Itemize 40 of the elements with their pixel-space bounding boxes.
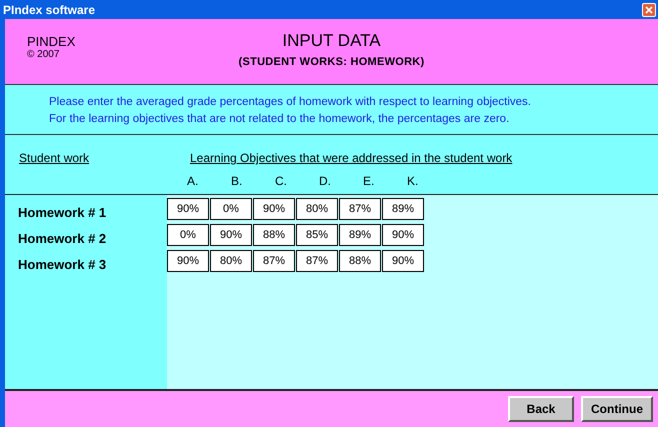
percent-input[interactable]: 80% — [296, 198, 338, 220]
column-label: A. — [187, 173, 200, 190]
percent-input[interactable]: 90% — [167, 198, 209, 220]
row-label: Homework # 2 — [17, 230, 108, 248]
percent-input[interactable]: 88% — [253, 224, 295, 246]
percent-input[interactable]: 90% — [382, 250, 424, 272]
nav-button[interactable]: Back — [508, 396, 574, 422]
percent-input[interactable]: 85% — [296, 224, 338, 246]
percent-input[interactable]: 88% — [339, 250, 381, 272]
page-title: INPUT DATA — [282, 31, 381, 51]
percent-input[interactable]: 90% — [382, 224, 424, 246]
column-heading: Learning Objectives that were addressed in the student work — [190, 150, 512, 167]
percent-input[interactable]: 90% — [167, 250, 209, 272]
instruction-text: For the learning objectives that are not related to the homework, the percentages are zero. — [49, 112, 510, 127]
column-label: D. — [319, 173, 332, 190]
row-label: Homework # 3 — [17, 256, 108, 274]
percent-input[interactable]: 87% — [296, 250, 338, 272]
column-label: K. — [407, 173, 420, 190]
page-subtitle: (STUDENT WORKS: HOMEWORK) — [238, 55, 424, 70]
percent-input[interactable]: 89% — [382, 198, 424, 220]
close-icon — [645, 6, 653, 14]
copyright: © 2007 — [27, 49, 60, 61]
window-title: PIndex software — [3, 2, 96, 18]
column-label: C. — [275, 173, 288, 190]
percent-input[interactable]: 90% — [253, 198, 295, 220]
close-button[interactable] — [642, 2, 656, 16]
column-label: E. — [363, 173, 376, 190]
row-label: Homework # 1 — [17, 204, 108, 222]
percent-input[interactable]: 87% — [339, 198, 381, 220]
column-label: B. — [231, 173, 244, 190]
instruction-text: Please enter the averaged grade percentages of homework with respect to learning objectives. — [49, 95, 532, 110]
percent-input[interactable]: 0% — [210, 198, 252, 220]
brand-name: PINDEX — [27, 35, 76, 49]
row-heading: Student work — [18, 150, 90, 167]
percent-input[interactable]: 90% — [210, 224, 252, 246]
percent-input[interactable]: 89% — [339, 224, 381, 246]
nav-button[interactable]: Continue — [581, 396, 653, 422]
percent-input[interactable]: 0% — [167, 224, 209, 246]
percent-input[interactable]: 87% — [253, 250, 295, 272]
percent-input[interactable]: 80% — [210, 250, 252, 272]
